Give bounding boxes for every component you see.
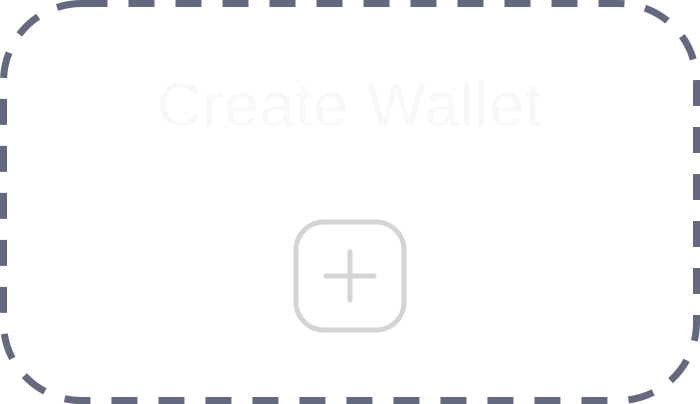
create-wallet-card[interactable]: Create Wallet [0, 0, 700, 404]
add-square-icon[interactable] [293, 219, 407, 333]
card-title: Create Wallet [156, 71, 544, 140]
dashed-border [0, 0, 700, 404]
